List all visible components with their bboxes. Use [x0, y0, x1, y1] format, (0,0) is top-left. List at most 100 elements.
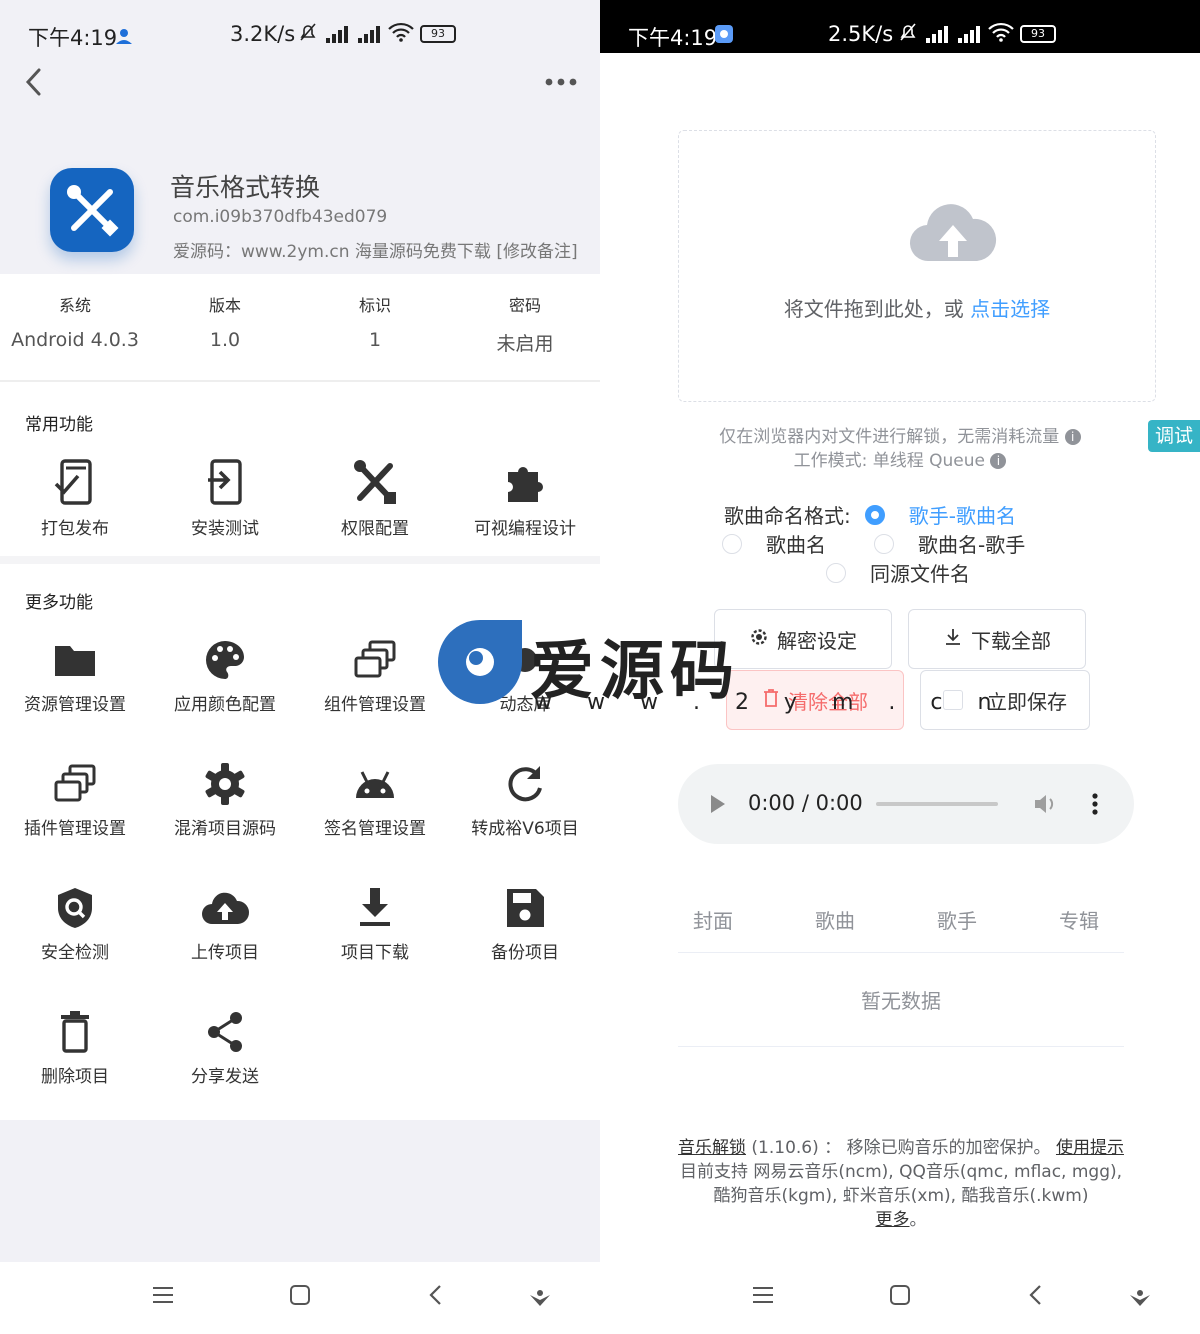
assistant-icon[interactable]	[528, 1284, 552, 1312]
delete-project-button[interactable]: 删除项目	[0, 1010, 150, 1087]
nav-bar	[600, 1262, 1200, 1334]
back-button[interactable]	[22, 66, 46, 98]
upload-dropzone[interactable]: 将文件拖到此处，或 点击选择	[678, 130, 1156, 402]
tile-label: 分享发送	[191, 1067, 259, 1087]
gear-icon	[205, 763, 245, 805]
signature-manage-button[interactable]: 签名管理设置	[300, 762, 450, 839]
trash-icon	[61, 1011, 89, 1053]
cloud-upload-icon	[909, 204, 997, 262]
signal-icon	[324, 25, 350, 43]
info-value: 未启用	[496, 333, 554, 355]
back-nav-icon[interactable]	[1028, 1284, 1044, 1310]
info-label: 系统	[58, 296, 91, 315]
home-icon[interactable]	[289, 1284, 311, 1310]
convert-v6-button[interactable]: 转成裕V6项目	[450, 762, 600, 839]
watermark-url: w w w . 2 y m . c n	[534, 690, 1006, 715]
home-icon[interactable]	[889, 1284, 911, 1310]
button-label: 解密设定	[777, 628, 857, 653]
download-icon	[360, 888, 390, 926]
radio-title[interactable]	[722, 533, 742, 554]
more-options-icon[interactable]	[544, 74, 578, 88]
decrypt-settings-button[interactable]: 解密设定	[714, 609, 892, 669]
puzzle-icon	[508, 467, 543, 502]
backup-project-button[interactable]: 备份项目	[450, 886, 600, 963]
save-icon	[507, 889, 544, 927]
menu-icon[interactable]	[752, 1284, 774, 1310]
gear-icon	[749, 627, 769, 652]
radio-label: 歌曲名-歌手	[918, 533, 1026, 557]
visual-programming-button[interactable]: 可视编程设计	[450, 458, 600, 539]
volume-icon[interactable]	[1033, 792, 1059, 820]
tile-label: 打包发布	[41, 519, 109, 539]
more-link[interactable]: 更多	[876, 1210, 910, 1230]
back-nav-icon[interactable]	[428, 1284, 444, 1310]
tile-label: 项目下载	[341, 943, 409, 963]
obfuscate-source-button[interactable]: 混淆项目源码	[150, 762, 300, 839]
info-icon[interactable]: i	[1064, 429, 1081, 445]
component-manage-button[interactable]: 组件管理设置	[300, 638, 450, 715]
unlock-link[interactable]: 音乐解锁	[678, 1138, 746, 1158]
radio-label: 歌曲名	[766, 533, 826, 557]
assistant-icon[interactable]	[1128, 1284, 1152, 1312]
naming-format-row: 歌曲名-歌手	[874, 529, 1025, 558]
column-header: 专辑	[1059, 909, 1099, 933]
install-test-icon	[208, 459, 242, 505]
signal-icon	[924, 25, 950, 43]
android-icon	[356, 771, 394, 798]
package-publish-icon	[54, 459, 92, 505]
status-time: 下午4:19	[628, 26, 718, 50]
info-value: Android 4.0.3	[11, 329, 139, 351]
player-time: 0:00 / 0:00	[748, 791, 863, 815]
naming-format-row: 同源文件名	[826, 558, 970, 587]
app-note[interactable]: 爱源码：www.2ym.cn 海量源码免费下载 [修改备注]	[173, 237, 578, 262]
plugin-manage-button[interactable]: 插件管理设置	[0, 762, 150, 839]
permission-config-button[interactable]: 权限配置	[300, 458, 450, 539]
download-project-button[interactable]: 项目下载	[300, 886, 450, 963]
radio-same-file[interactable]	[826, 562, 846, 583]
app-package: com.i09b370dfb43ed079	[173, 207, 388, 227]
install-test-button[interactable]: 安装测试	[150, 458, 300, 539]
footer: 音乐解锁 (1.10.6) ： 移除已购音乐的加密保护。 使用提示 目前支持 网…	[678, 1136, 1124, 1232]
tile-label: 安全检测	[41, 943, 109, 963]
more-vert-icon[interactable]	[1091, 792, 1099, 820]
debug-tab[interactable]: 调试	[1148, 420, 1200, 452]
tile-label: 可视编程设计	[474, 519, 576, 539]
tools-icon	[354, 460, 396, 504]
radio-artist-title[interactable]	[864, 504, 885, 525]
common-functions-title: 常用功能	[25, 415, 93, 435]
radio-title-artist[interactable]	[874, 533, 894, 554]
audio-player: 0:00 / 0:00	[678, 764, 1134, 844]
tile-label: 混淆项目源码	[174, 819, 276, 839]
footer-text: 。	[909, 1210, 927, 1230]
package-publish-button[interactable]: 打包发布	[0, 458, 150, 539]
share-send-button[interactable]: 分享发送	[150, 1010, 300, 1087]
progress-bar[interactable]	[876, 802, 998, 806]
mute-icon	[898, 22, 918, 46]
wifi-icon	[388, 22, 414, 46]
security-check-button[interactable]: 安全检测	[0, 886, 150, 963]
menu-icon[interactable]	[152, 1284, 174, 1310]
download-all-button[interactable]: 下载全部	[908, 609, 1086, 669]
battery-icon: 93	[420, 25, 456, 43]
play-icon[interactable]	[710, 794, 726, 818]
info-value: 1	[368, 329, 382, 351]
upload-project-button[interactable]: 上传项目	[150, 886, 300, 963]
select-file-link[interactable]: 点击选择	[970, 297, 1050, 321]
column-header: 封面	[693, 909, 733, 933]
tile-label: 资源管理设置	[24, 695, 126, 715]
resource-manage-button[interactable]: 资源管理设置	[0, 638, 150, 715]
app-color-button[interactable]: 应用颜色配置	[150, 638, 300, 715]
share-icon	[208, 1012, 242, 1052]
signal-icon	[356, 25, 382, 43]
usage-tips-link[interactable]: 使用提示	[1056, 1138, 1124, 1158]
tile-label: 转成裕V6项目	[471, 819, 579, 839]
shield-icon	[58, 888, 92, 928]
info-icon[interactable]: i	[990, 453, 1007, 469]
tile-label: 权限配置	[341, 519, 409, 539]
stack-icon	[54, 764, 96, 802]
palette-icon	[206, 641, 245, 679]
column-header: 歌曲	[815, 909, 855, 933]
worker-mode-text: 工作模式: 单线程 Queue	[793, 451, 985, 471]
tile-label: 删除项目	[41, 1067, 109, 1087]
footer-text: (1.10.6) ： 移除已购音乐的加密保护。	[746, 1138, 1056, 1158]
